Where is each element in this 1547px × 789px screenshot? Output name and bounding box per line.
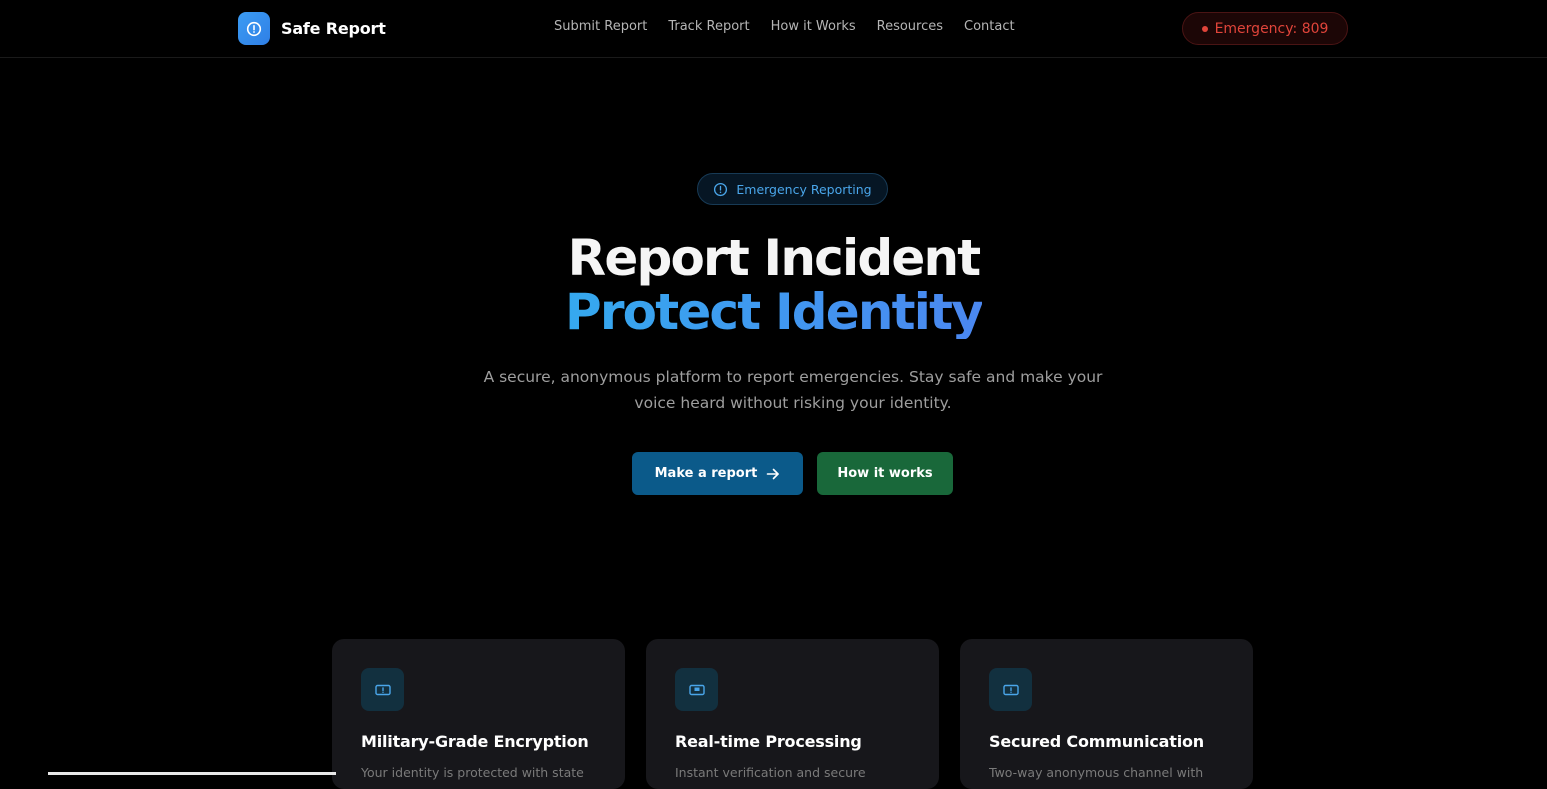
nav-contact[interactable]: Contact xyxy=(964,19,1015,34)
feature-title: Real-time Processing xyxy=(675,732,862,751)
feature-description: Instant verification and secure xyxy=(675,765,866,780)
make-report-label: Make a report xyxy=(654,466,758,481)
shield-alert-icon xyxy=(238,12,270,45)
feature-card-processing: Real-time Processing Instant verificatio… xyxy=(646,639,939,789)
badge-label: Emergency Reporting xyxy=(736,181,872,197)
alert-circle-icon xyxy=(714,182,728,196)
hero-title-line2: Protect Identity xyxy=(564,283,984,341)
feature-card-communication: Secured Communication Two-way anonymous … xyxy=(960,639,1253,789)
feature-description: Your identity is protected with state xyxy=(361,765,584,780)
nav-submit-report[interactable]: Submit Report xyxy=(554,19,647,34)
how-it-works-label: How it works xyxy=(837,466,933,481)
brand-name: Safe Report xyxy=(281,19,386,38)
top-navbar: Safe Report Submit Report Track Report H… xyxy=(0,0,1547,58)
make-report-button[interactable]: Make a report xyxy=(632,452,803,495)
emergency-reporting-badge: Emergency Reporting xyxy=(697,173,888,205)
emergency-label: Emergency: 809 xyxy=(1214,20,1329,37)
nav-resources[interactable]: Resources xyxy=(877,19,943,34)
emergency-dot-icon xyxy=(1201,25,1208,32)
brand-link[interactable]: Safe Report xyxy=(238,12,386,45)
feature-title: Secured Communication xyxy=(989,732,1204,751)
hero-title: Report Incident Protect Identity xyxy=(0,231,1547,339)
monitor-icon xyxy=(675,668,718,711)
arrow-right-icon xyxy=(767,468,780,479)
hero-subtitle: A secure, anonymous platform to report e… xyxy=(483,368,1103,412)
feature-card-encryption: Military-Grade Encryption Your identity … xyxy=(332,639,625,789)
alert-card-icon xyxy=(361,668,404,711)
alert-card-icon xyxy=(989,668,1032,711)
nav-track-report[interactable]: Track Report xyxy=(668,19,749,34)
emergency-number-button[interactable]: Emergency: 809 xyxy=(1182,12,1348,45)
nav-how-it-works[interactable]: How it Works xyxy=(771,19,856,34)
main-nav: Submit Report Track Report How it Works … xyxy=(554,19,1015,34)
how-it-works-button[interactable]: How it works xyxy=(817,452,953,495)
hero-title-line1: Report Incident xyxy=(567,229,982,287)
feature-title: Military-Grade Encryption xyxy=(361,732,589,751)
feature-description: Two-way anonymous channel with xyxy=(989,765,1204,780)
